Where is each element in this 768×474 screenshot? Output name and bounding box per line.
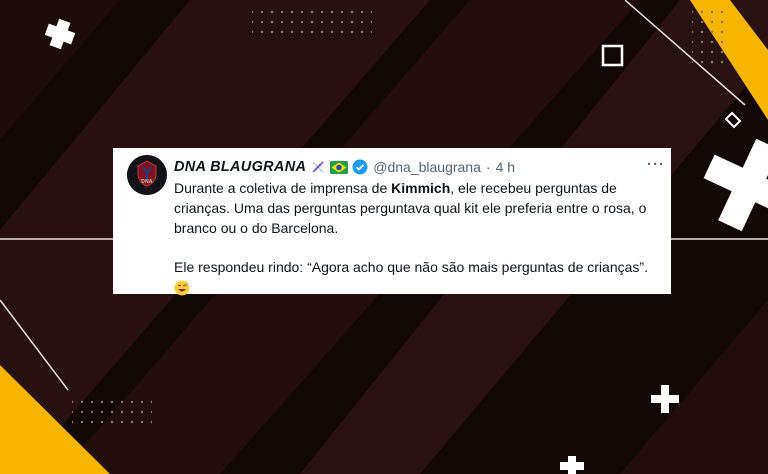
tweet-card[interactable]: DNA DNA BLAUGRANA @dna_blaugrana · 4 h ·… — [113, 148, 671, 296]
brazil-flag-icon — [330, 160, 349, 174]
avatar[interactable]: DNA — [127, 155, 167, 195]
dot-grid-right — [692, 5, 726, 65]
tweet-header: DNA BLAUGRANA @dna_blaugrana · 4 h — [174, 158, 515, 176]
dna-icon — [312, 161, 324, 173]
timestamp[interactable]: 4 h — [496, 159, 515, 175]
tweet-text: Durante a coletiva de imprensa de Kimmic… — [174, 179, 664, 302]
more-options-icon[interactable]: ··· — [647, 156, 665, 173]
handle[interactable]: @dna_blaugrana — [373, 159, 481, 175]
dot-grid-bottom — [72, 396, 152, 428]
dot-grid-top — [252, 10, 372, 40]
verified-badge-icon — [352, 159, 368, 175]
text-span: Durante a coletiva de imprensa de — [174, 180, 392, 196]
avatar-label: DNA — [141, 179, 153, 185]
display-name[interactable]: DNA BLAUGRANA — [174, 159, 306, 175]
paragraph-1: Durante a coletiva de imprensa de Kimmic… — [174, 179, 664, 238]
bold-name: Kimmich — [391, 180, 451, 196]
separator: · — [485, 159, 491, 175]
paragraph-2: Ele respondeu rindo: “Agora acho que não… — [174, 259, 648, 276]
grinning-sweat-emoji-icon — [174, 280, 190, 296]
